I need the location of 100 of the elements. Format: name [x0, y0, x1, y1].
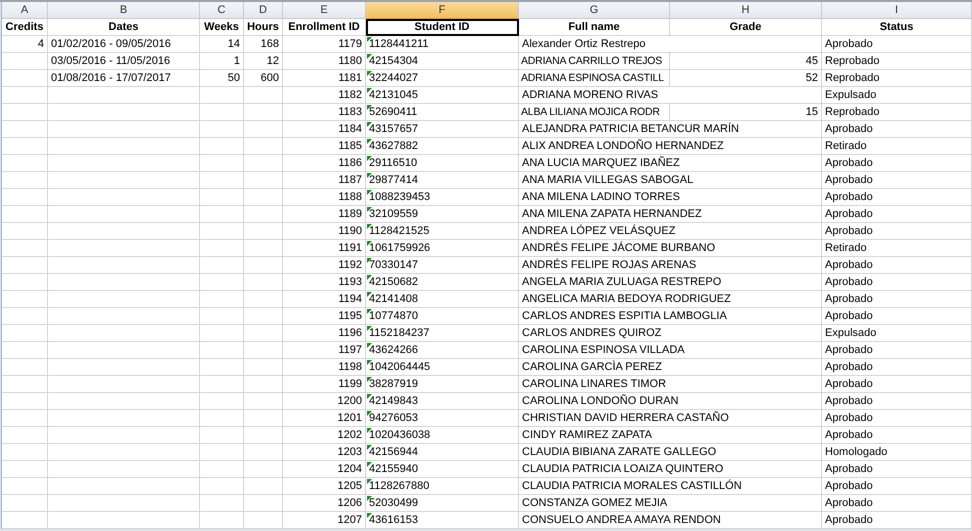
- table-cell: 1020436038: [366, 427, 519, 444]
- empty-cell: [244, 427, 283, 444]
- column-letter[interactable]: I: [822, 2, 972, 19]
- table-cell: 03/05/2016 - 11/05/2016: [48, 53, 200, 70]
- table-cell: ADRIANA ESPINOSA CASTILL: [519, 70, 670, 87]
- table-cell: Aprobado: [822, 461, 972, 478]
- table-cell: 1185: [283, 138, 366, 155]
- table-cell: 1061759926: [366, 240, 519, 257]
- empty-cell: [244, 121, 283, 138]
- column-header: Student ID: [366, 19, 519, 36]
- empty-cell: [2, 87, 48, 104]
- table-cell: Aprobado: [822, 478, 972, 495]
- table-cell: CARLOS ANDRES ESPITIA LAMBOGLIA: [519, 308, 822, 325]
- empty-cell: [2, 53, 48, 70]
- column-letter[interactable]: F: [366, 2, 519, 19]
- empty-cell: [244, 206, 283, 223]
- table-cell: Aprobado: [822, 308, 972, 325]
- column-letter[interactable]: C: [200, 2, 244, 19]
- table-cell: 52030499: [366, 495, 519, 512]
- table-cell: Expulsado: [822, 325, 972, 342]
- column-header: Full name: [519, 19, 670, 36]
- table-cell: 43157657: [366, 121, 519, 138]
- table-cell: 50: [200, 70, 244, 87]
- column-header: Credits: [2, 19, 48, 36]
- table-cell: 1198: [283, 359, 366, 376]
- table-cell: 1180: [283, 53, 366, 70]
- table-cell: 52: [670, 70, 822, 87]
- empty-cell: [2, 70, 48, 87]
- column-letter[interactable]: G: [519, 2, 670, 19]
- empty-cell: [200, 495, 244, 512]
- column-header: Status: [822, 19, 972, 36]
- empty-cell: [2, 172, 48, 189]
- empty-cell: [200, 291, 244, 308]
- table-cell: CLAUDIA PATRICIA MORALES CASTILLÓN: [519, 478, 822, 495]
- empty-cell: [244, 393, 283, 410]
- table-cell: 29116510: [366, 155, 519, 172]
- table-cell: ANGELICA MARIA BEDOYA RODRIGUEZ: [519, 291, 822, 308]
- table-cell: 1201: [283, 410, 366, 427]
- table-cell: 38287919: [366, 376, 519, 393]
- table-cell: Aprobado: [822, 410, 972, 427]
- table-cell: 43624266: [366, 342, 519, 359]
- table-cell: ADRIANA CARRILLO TREJOS: [519, 53, 670, 70]
- table-cell: CHRISTIAN DAVID HERRERA CASTAÑO: [519, 410, 822, 427]
- empty-cell: [2, 410, 48, 427]
- table-cell: Aprobado: [822, 427, 972, 444]
- table-cell: 1194: [283, 291, 366, 308]
- empty-cell: [244, 495, 283, 512]
- empty-cell: [244, 104, 283, 121]
- table-cell: 1182: [283, 87, 366, 104]
- empty-cell: [2, 291, 48, 308]
- table-cell: 1199: [283, 376, 366, 393]
- empty-cell: [200, 444, 244, 461]
- empty-cell: [244, 155, 283, 172]
- table-cell: CAROLINA ESPINOSA VILLADA: [519, 342, 822, 359]
- empty-cell: [200, 461, 244, 478]
- table-cell: 1128267880: [366, 478, 519, 495]
- empty-cell: [200, 223, 244, 240]
- empty-cell: [200, 308, 244, 325]
- table-cell: 1188: [283, 189, 366, 206]
- column-letter[interactable]: B: [48, 2, 200, 19]
- table-cell: 14: [200, 36, 244, 53]
- empty-cell: [244, 274, 283, 291]
- table-cell: 42131045: [366, 87, 519, 104]
- empty-cell: [200, 189, 244, 206]
- column-letter[interactable]: D: [244, 2, 283, 19]
- table-cell: 1042064445: [366, 359, 519, 376]
- table-cell: 1195: [283, 308, 366, 325]
- table-cell: 42154304: [366, 53, 519, 70]
- column-header: Hours: [244, 19, 283, 36]
- table-cell: Expulsado: [822, 87, 972, 104]
- empty-cell: [200, 121, 244, 138]
- table-cell: 1190: [283, 223, 366, 240]
- empty-cell: [2, 461, 48, 478]
- column-letter[interactable]: E: [283, 2, 366, 19]
- table-cell: 42150682: [366, 274, 519, 291]
- empty-cell: [244, 87, 283, 104]
- table-cell: 1200: [283, 393, 366, 410]
- empty-cell: [2, 478, 48, 495]
- table-cell: 42156944: [366, 444, 519, 461]
- table-cell: Aprobado: [822, 189, 972, 206]
- empty-cell: [200, 427, 244, 444]
- column-letter[interactable]: A: [2, 2, 48, 19]
- empty-cell: [200, 87, 244, 104]
- table-cell: ALEJANDRA PATRICIA BETANCUR MARÍN: [519, 121, 822, 138]
- empty-cell: [244, 308, 283, 325]
- table-cell: CLAUDIA PATRICIA LOAIZA QUINTERO: [519, 461, 822, 478]
- column-letter[interactable]: H: [670, 2, 822, 19]
- table-cell: 42155940: [366, 461, 519, 478]
- table-cell: 1193: [283, 274, 366, 291]
- table-cell: Homologado: [822, 444, 972, 461]
- table-cell: 1202: [283, 427, 366, 444]
- empty-cell: [2, 240, 48, 257]
- empty-cell: [2, 223, 48, 240]
- table-cell: ANGELA MARIA ZULUAGA RESTREPO: [519, 274, 822, 291]
- empty-cell: [2, 495, 48, 512]
- table-cell: CAROLINA LONDOÑO DURAN: [519, 393, 822, 410]
- table-cell: 01/02/2016 - 09/05/2016: [48, 36, 200, 53]
- table-cell: 1197: [283, 342, 366, 359]
- empty-cell: [244, 138, 283, 155]
- table-cell: Aprobado: [822, 257, 972, 274]
